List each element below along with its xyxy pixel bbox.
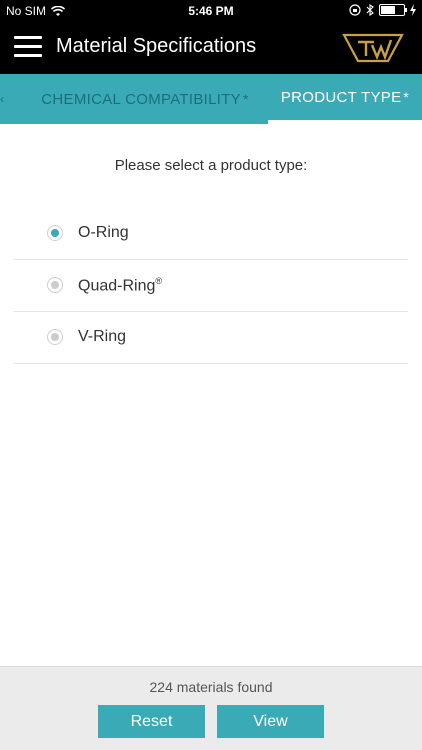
hamburger-icon (14, 36, 42, 39)
radio-unselected-icon[interactable] (47, 277, 63, 293)
selection-prompt: Please select a product type: (114, 157, 308, 174)
option-o-ring[interactable]: O-Ring (14, 208, 408, 260)
orientation-lock-icon (349, 4, 361, 16)
scroll-left-icon[interactable]: ‹ (0, 92, 4, 106)
bluetooth-icon (366, 4, 374, 16)
status-bar: No SIM 5:46 PM (0, 0, 422, 22)
material-specifications-screen: No SIM 5:46 PM Material Specifications ‹… (0, 0, 422, 750)
results-footer: 224 materials found Reset View (0, 666, 422, 750)
view-button[interactable]: View (217, 705, 324, 738)
option-label: O-Ring (78, 224, 129, 241)
company-logo-icon[interactable] (342, 32, 404, 64)
option-v-ring[interactable]: V-Ring (14, 312, 408, 364)
radio-unselected-icon[interactable] (47, 329, 63, 345)
radio-selected-icon[interactable] (47, 225, 63, 241)
required-marker: * (242, 91, 249, 107)
option-label: Quad-Ring® (78, 276, 163, 295)
page-title: Material Specifications (56, 35, 257, 57)
charging-icon (410, 4, 416, 16)
battery-icon (379, 4, 407, 16)
required-marker: * (403, 89, 410, 105)
registered-mark: ® (155, 276, 163, 286)
option-label: V-Ring (78, 328, 127, 345)
option-quad-ring[interactable]: Quad-Ring® (14, 260, 408, 312)
menu-button[interactable] (14, 36, 42, 58)
nav-bar: Material Specifications (0, 22, 422, 74)
product-type-list: O-Ring Quad-Ring® V-Ring (14, 208, 408, 364)
tab-label: PRODUCT TYPE (280, 88, 402, 106)
tab-product-type[interactable]: PRODUCT TYPE * (268, 74, 422, 124)
materials-count: 224 materials found (149, 679, 273, 695)
tab-label: CHEMICAL COMPATIBILITY (41, 90, 241, 108)
tab-chemical-compatibility[interactable]: CHEMICAL COMPATIBILITY * (30, 74, 260, 124)
reset-button[interactable]: Reset (98, 705, 205, 738)
tab-bar: ‹ CHEMICAL COMPATIBILITY * PRODUCT TYPE * (0, 74, 422, 124)
